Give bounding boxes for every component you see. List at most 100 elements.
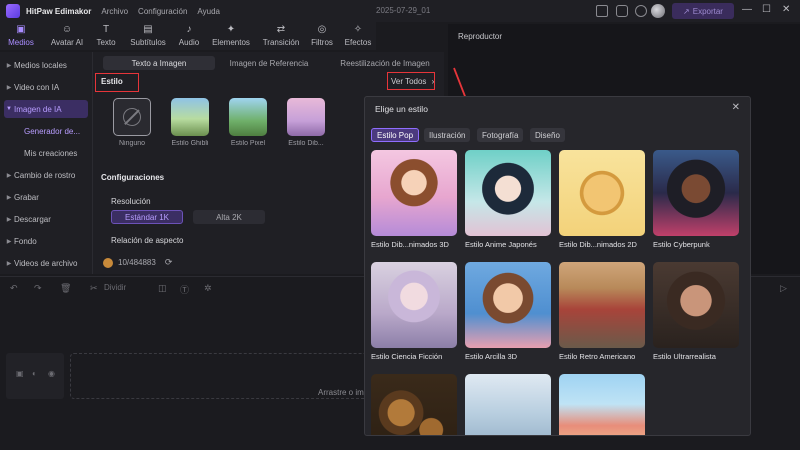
player-title: Reproductor bbox=[458, 32, 503, 41]
style-card-steampunk[interactable] bbox=[371, 374, 457, 435]
tab-reference-image[interactable]: Imagen de Referencia bbox=[219, 56, 319, 70]
style-caption: Estilo Ultrarrealista bbox=[653, 352, 716, 361]
user-avatar[interactable] bbox=[651, 4, 665, 18]
sidebar-item-record[interactable]: ▶ Grabar bbox=[4, 188, 88, 206]
filter-photography[interactable]: Fotografía bbox=[477, 128, 524, 142]
tab-text-to-image[interactable]: Texto a Imagen bbox=[103, 56, 215, 70]
style-thumb bbox=[371, 150, 457, 236]
close-icon[interactable]: ✕ bbox=[732, 102, 740, 113]
title-bar: HitPaw Edimakor Archivo Configuración Ay… bbox=[0, 0, 800, 22]
play-circle-icon[interactable]: ▷ bbox=[780, 283, 787, 294]
download-icon[interactable] bbox=[635, 5, 647, 17]
sidebar-item-label: Medios locales bbox=[14, 60, 67, 70]
close-icon[interactable]: ✕ bbox=[782, 4, 790, 15]
style-card-ghibli[interactable]: Estilo Ghibli bbox=[171, 98, 211, 147]
sidebar-item-local-media[interactable]: ▶ Medios locales bbox=[4, 56, 88, 74]
lock-icon[interactable]: ◐ bbox=[32, 369, 37, 378]
style-card-clay[interactable]: Estilo Arcilla 3D bbox=[465, 262, 551, 361]
sidebar-item-label: Generador de... bbox=[24, 126, 81, 136]
sidebar-item-generator[interactable]: Generador de... bbox=[4, 122, 88, 140]
style-card-cartoon[interactable]: Estilo Dib... bbox=[287, 98, 327, 147]
style-card-futuristic[interactable] bbox=[465, 374, 551, 435]
sidebar-item-label: Imagen de IA bbox=[14, 104, 62, 114]
sidebar-item-download[interactable]: ▶ Descargar bbox=[4, 210, 88, 228]
minimize-icon[interactable]: — bbox=[742, 4, 752, 15]
tool-media[interactable]: ▣ Medios bbox=[6, 22, 36, 50]
filter-design[interactable]: Diseño bbox=[530, 128, 565, 142]
delete-icon[interactable]: 🗑 bbox=[60, 283, 71, 294]
project-name: 2025-07-29_01 bbox=[376, 6, 431, 15]
tool-filters[interactable]: ◎ Filtros bbox=[308, 22, 336, 50]
filter-illustration[interactable]: Ilustración bbox=[424, 128, 471, 142]
tool-subtitles[interactable]: ▤ Subtítulos bbox=[128, 22, 168, 50]
style-card-ultrarealistic[interactable]: Estilo Ultrarrealista bbox=[653, 262, 739, 361]
style-card-3d-animation[interactable]: Estilo Dib...nimados 3D bbox=[371, 150, 457, 249]
style-thumb bbox=[559, 150, 645, 236]
crop-icon[interactable]: ◫ bbox=[158, 283, 167, 294]
export-button[interactable]: ↗ Exportar bbox=[672, 3, 734, 19]
tool-audio[interactable]: ♪ Audio bbox=[176, 22, 202, 50]
refresh-icon[interactable]: ⟳ bbox=[165, 257, 173, 268]
tool-effects[interactable]: ✧ Efectos bbox=[342, 22, 374, 50]
magic-icon[interactable]: ✲ bbox=[204, 283, 212, 294]
chevron-right-icon: ▶ bbox=[6, 238, 12, 245]
filters-icon: ◎ bbox=[317, 24, 327, 35]
chevron-right-icon: ▶ bbox=[6, 260, 12, 267]
resolution-2k-button[interactable]: Alta 2K bbox=[193, 210, 265, 224]
tool-text[interactable]: T Texto bbox=[94, 22, 118, 50]
highlight-box bbox=[387, 72, 435, 90]
video-track-icon[interactable]: ▣ bbox=[16, 369, 24, 378]
redo-icon[interactable]: ↷ bbox=[34, 283, 42, 294]
menu-settings[interactable]: Configuración bbox=[138, 7, 187, 16]
tool-label: Medios bbox=[8, 38, 34, 47]
sidebar-item-background[interactable]: ▶ Fondo bbox=[4, 232, 88, 250]
split-icon[interactable]: ✂ bbox=[90, 283, 98, 294]
sidebar-item-my-creations[interactable]: Mis creaciones bbox=[4, 144, 88, 162]
tab-restyle-image[interactable]: Reestilización de Imagen bbox=[329, 56, 441, 70]
style-card-cyberpunk[interactable]: Estilo Cyberpunk bbox=[653, 150, 739, 249]
filter-pop[interactable]: Estilo Pop bbox=[371, 128, 420, 142]
sidebar-item-ai-video[interactable]: ▶ Video con IA bbox=[4, 78, 88, 96]
tool-label: Transición bbox=[262, 38, 300, 47]
style-card-toy-town[interactable] bbox=[559, 374, 645, 435]
style-card-none[interactable]: Ninguno bbox=[113, 98, 153, 147]
undo-icon[interactable]: ↶ bbox=[10, 283, 18, 294]
media-icon: ▣ bbox=[16, 24, 26, 35]
tool-transition[interactable]: ⇄ Transición bbox=[260, 22, 302, 50]
maximize-icon[interactable]: ☐ bbox=[762, 4, 771, 15]
effects-icon: ✧ bbox=[353, 24, 363, 35]
tool-label: Elementos bbox=[212, 38, 250, 47]
tool-label: Audio bbox=[178, 38, 200, 47]
sidebar-item-stock-videos[interactable]: ▶ Videos de archivo bbox=[4, 254, 88, 272]
tool-elements[interactable]: ✦ Elementos bbox=[210, 22, 252, 50]
tool-avatar-ai[interactable]: ☺ Avatar AI bbox=[48, 22, 86, 50]
style-thumb bbox=[653, 262, 739, 348]
text-tool-icon[interactable]: Ⓣ bbox=[180, 283, 189, 296]
style-caption: Estilo Dib...nimados 3D bbox=[371, 240, 449, 249]
resolution-label: Resolución bbox=[111, 197, 151, 206]
menu-help[interactable]: Ayuda bbox=[197, 7, 220, 16]
style-card-pixel[interactable]: Estilo Pixel bbox=[229, 98, 269, 147]
style-card-scifi[interactable]: Estilo Ciencia Ficción bbox=[371, 262, 457, 361]
style-card-2d-animation[interactable]: Estilo Dib...nimados 2D bbox=[559, 150, 645, 249]
style-card-anime[interactable]: Estilo Anime Japonés bbox=[465, 150, 551, 249]
drop-zone[interactable]: Arrastre o im bbox=[70, 353, 370, 399]
feedback-icon[interactable] bbox=[616, 5, 628, 17]
style-thumb bbox=[229, 98, 267, 136]
style-card-retro-american[interactable]: Estilo Retro Americano bbox=[559, 262, 645, 361]
layout-icon[interactable] bbox=[596, 5, 608, 17]
main-toolbar: ▣ Medios ☺ Avatar AI T Texto ▤ Subtítulo… bbox=[0, 22, 376, 50]
chevron-right-icon: ▶ bbox=[6, 84, 12, 91]
menu-file[interactable]: Archivo bbox=[101, 7, 128, 16]
drop-hint: Arrastre o im bbox=[318, 388, 364, 397]
style-name: Estilo Dib... bbox=[288, 140, 324, 147]
sidebar-item-ai-image[interactable]: ▼ Imagen de IA bbox=[4, 100, 88, 118]
style-name: Ninguno bbox=[118, 140, 146, 147]
export-label: Exportar bbox=[692, 6, 723, 16]
sidebar-item-face-swap[interactable]: ▶ Cambio de rostro bbox=[4, 166, 88, 184]
style-caption: Estilo Anime Japonés bbox=[465, 240, 537, 249]
sidebar-item-label: Grabar bbox=[14, 192, 39, 202]
resolution-1k-button[interactable]: Estándar 1K bbox=[111, 210, 183, 224]
app-logo bbox=[6, 4, 20, 18]
audio-mute-icon[interactable]: ◉ bbox=[48, 369, 55, 378]
